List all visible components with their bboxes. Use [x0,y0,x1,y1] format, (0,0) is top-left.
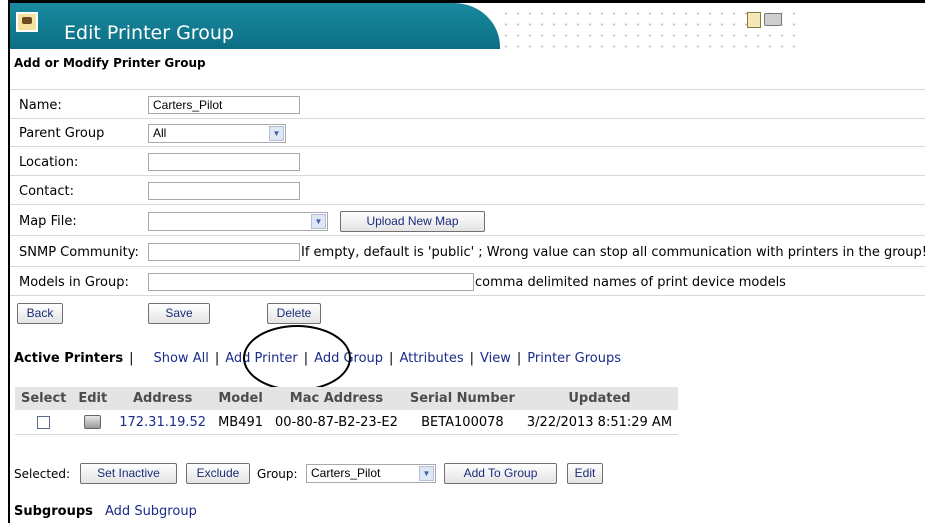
parent-group-label: Parent Group [19,126,105,141]
models-in-group-input[interactable] [148,273,474,291]
table-header-row: Select Edit Address Model Mac Address Se… [15,387,679,410]
column-header: Address [113,387,213,410]
form-divider [10,118,925,119]
chevron-down-icon[interactable]: ▼ [269,126,284,141]
chevron-down-icon[interactable]: ▼ [419,466,434,481]
column-header: Mac Address [269,387,404,410]
window-frame [8,0,925,523]
edit-cell [72,410,114,435]
group-select-value: Carters_Pilot [311,466,381,480]
attributes-link[interactable]: Attributes [399,351,463,366]
map-file-label: Map File: [19,214,77,229]
name-label: Name: [19,98,62,113]
printer-serial-number: BETA100078 [403,410,521,435]
back-button[interactable]: Back [17,303,63,324]
models-in-group-label: Models in Group: [19,275,129,290]
edit-button[interactable]: Edit [567,463,603,484]
table-row: 172.31.19.52 MB491 00-80-87-B2-23-E2 BET… [15,410,679,435]
column-header: Edit [72,387,114,410]
models-help-text: comma delimited names of print device mo… [475,275,786,290]
column-header: Model [212,387,270,410]
form-divider [10,266,925,267]
exclude-button[interactable]: Exclude [186,463,250,484]
print-icon[interactable] [764,13,782,26]
add-subgroup-link[interactable]: Add Subgroup [105,504,197,519]
select-cell [15,410,73,435]
notes-icon[interactable] [747,12,761,28]
printer-address-link[interactable]: 172.31.19.52 [113,410,213,435]
active-printers-label: Active Printers [14,351,124,366]
printer-group-icon [16,12,38,32]
group-label: Group: [257,467,298,481]
group-select[interactable]: Carters_Pilot ▼ [306,464,436,483]
view-link[interactable]: View [480,351,511,366]
printer-mac-address: 00-80-87-B2-23-E2 [269,410,404,435]
printers-table: Select Edit Address Model Mac Address Se… [15,387,679,435]
parent-group-value: All [153,126,167,140]
header-banner: Edit Printer Group [10,3,500,49]
form-divider [10,146,925,147]
form-divider [10,235,925,236]
printer-model: MB491 [212,410,270,435]
map-file-select[interactable]: ▼ [148,212,328,231]
column-header: Updated [520,387,679,410]
form-divider [10,175,925,176]
name-input[interactable] [148,96,300,114]
row-select-checkbox[interactable] [37,415,51,429]
location-input[interactable] [148,153,300,171]
snmp-community-label: SNMP Community: [19,245,139,260]
section-subtitle: Add or Modify Printer Group [14,56,206,70]
subgroups-section: Subgroups Add Subgroup [14,504,197,519]
save-button[interactable]: Save [148,303,210,324]
set-inactive-button[interactable]: Set Inactive [80,463,177,484]
selected-label: Selected: [14,467,71,481]
location-label: Location: [19,155,79,170]
show-all-link[interactable]: Show All [153,351,208,366]
contact-label: Contact: [19,184,74,199]
subgroups-label: Subgroups [14,504,93,519]
form-divider [10,204,925,205]
highlight-circle [243,325,351,391]
add-to-group-button[interactable]: Add To Group [444,463,557,484]
column-header: Select [15,387,73,410]
snmp-help-text: If empty, default is 'public' ; Wrong va… [301,245,925,260]
page-title: Edit Printer Group [64,22,234,44]
upload-new-map-button[interactable]: Upload New Map [340,211,485,232]
form-divider [10,89,925,90]
printer-updated: 3/22/2013 8:51:29 AM [520,410,679,435]
chevron-down-icon[interactable]: ▼ [311,214,326,229]
snmp-community-input[interactable] [148,243,300,261]
form-divider [10,295,925,296]
column-header: Serial Number [403,387,521,410]
edit-printer-icon[interactable] [84,415,102,429]
parent-group-select[interactable]: All ▼ [148,124,286,143]
printer-groups-link[interactable]: Printer Groups [527,351,621,366]
contact-input[interactable] [148,182,300,200]
delete-button[interactable]: Delete [267,303,321,324]
